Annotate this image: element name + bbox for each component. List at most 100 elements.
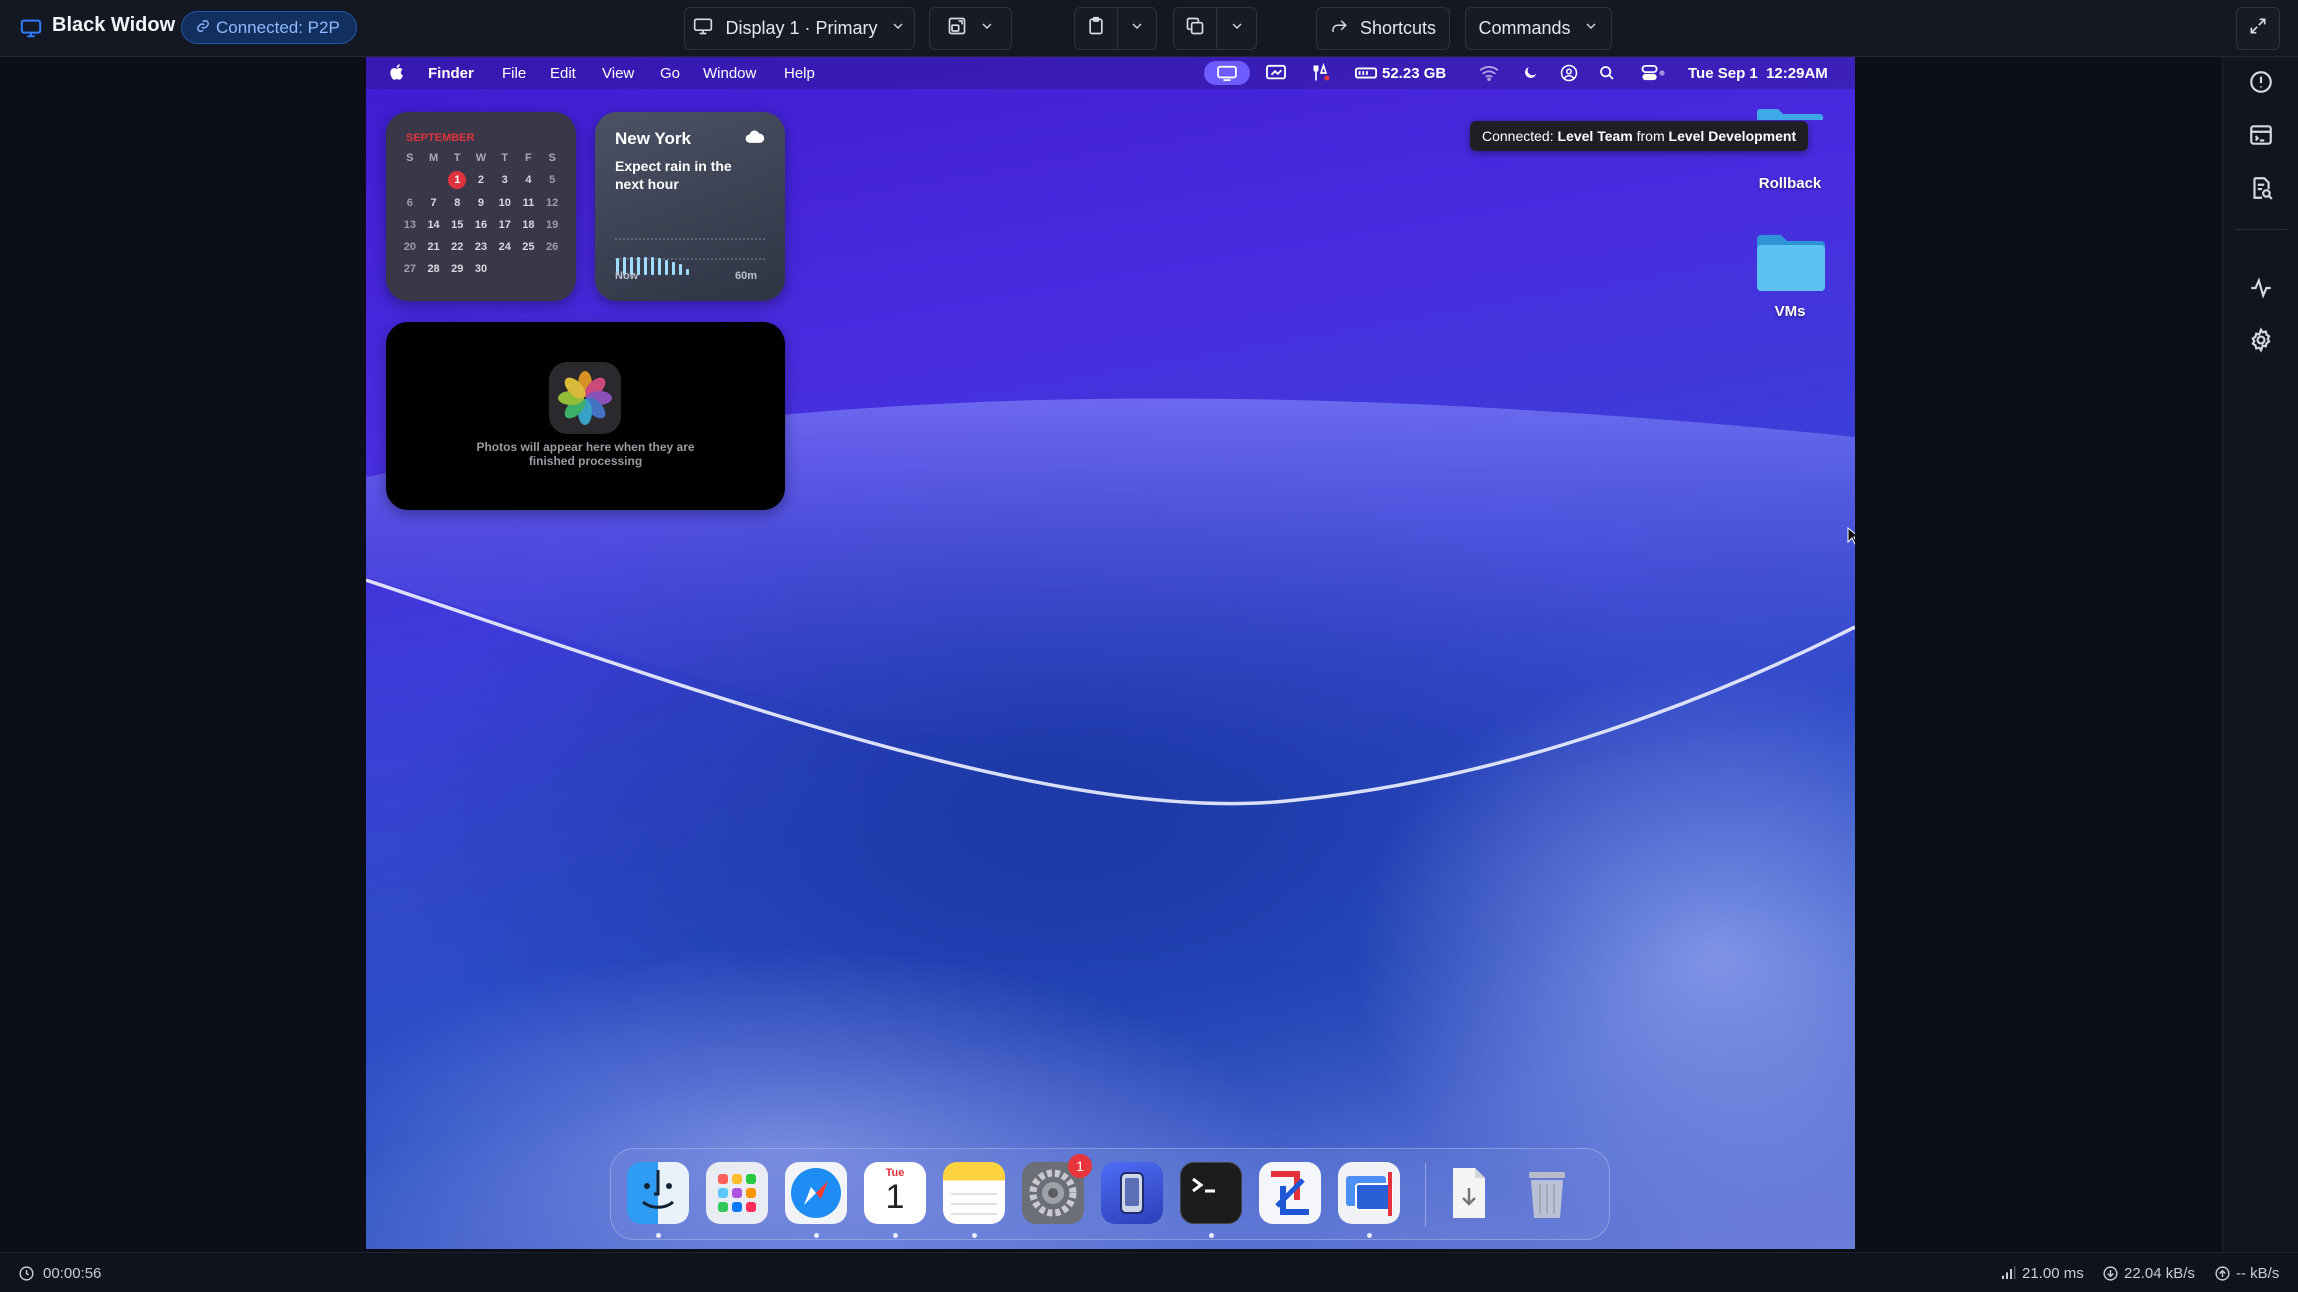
- screen-sharing-dock-icon[interactable]: [1338, 1162, 1400, 1224]
- calendar-day: 26: [546, 241, 559, 253]
- calendar-day: 15: [451, 219, 464, 231]
- finder-running-indicator: [656, 1233, 661, 1238]
- activity-button[interactable]: [2248, 275, 2274, 301]
- calendar-day: [540, 261, 564, 277]
- connection-status-badge[interactable]: Connected: P2P: [181, 11, 357, 44]
- photos-message: Photos will appear here when they are fi…: [476, 440, 695, 468]
- control-center-icon[interactable]: [1641, 65, 1667, 85]
- storage-readout[interactable]: 52.23 GB: [1382, 65, 1446, 82]
- session-timer: 00:00:56: [43, 1265, 102, 1282]
- menu-go[interactable]: Go: [660, 65, 680, 82]
- weather-widget[interactable]: New York Expect rain in the next hour No…: [595, 112, 785, 301]
- calendar-day: 10: [498, 197, 511, 209]
- menu-edit[interactable]: Edit: [550, 65, 576, 82]
- copy-button[interactable]: [1173, 7, 1217, 50]
- calendar-day: 16: [474, 219, 488, 231]
- commands-menu[interactable]: Commands: [1465, 7, 1612, 50]
- calendar-day: 20: [403, 241, 416, 253]
- info-button[interactable]: [2248, 69, 2274, 95]
- chevron-down-icon: [979, 18, 995, 39]
- gear-icon: [2248, 327, 2274, 357]
- screen-share-status-icon[interactable]: [1204, 61, 1250, 85]
- mouse-cursor: [1847, 526, 1855, 550]
- scale-icon: [947, 16, 967, 41]
- clipboard-menu-button[interactable]: [1117, 7, 1157, 50]
- clipboard-button[interactable]: [1074, 7, 1118, 50]
- copy-menu-button[interactable]: [1216, 7, 1257, 50]
- log-search-button[interactable]: [2248, 175, 2274, 201]
- device-name: Black Widow: [52, 14, 176, 36]
- activity-pulse-icon: [2248, 277, 2274, 305]
- calendar-running-indicator: [893, 1233, 898, 1238]
- system-settings-dock-icon[interactable]: 1: [1022, 1154, 1092, 1224]
- screen-mirror-icon[interactable]: [1265, 64, 1287, 86]
- calendar-day: 29: [451, 263, 464, 275]
- weather-forecast: Expect rain in the next hour: [615, 158, 732, 192]
- fullscreen-button[interactable]: [2236, 7, 2280, 50]
- calendar-weekday: F: [525, 152, 532, 164]
- calendar-dock-icon[interactable]: Tue 1: [864, 1162, 926, 1224]
- display-select[interactable]: Display 1 · Primary: [684, 7, 915, 50]
- photos-widget[interactable]: Photos will appear here when they are fi…: [386, 322, 785, 510]
- finder-dock-icon[interactable]: [627, 1162, 689, 1224]
- moon-icon[interactable]: [1522, 64, 1539, 85]
- calendar-day: 3: [501, 174, 508, 186]
- calendar-weekday: T: [501, 152, 509, 164]
- apple-icon[interactable]: [388, 63, 404, 85]
- menu-finder[interactable]: Finder: [428, 65, 474, 82]
- calendar-day: 27: [403, 263, 416, 275]
- notes-running-indicator: [972, 1233, 977, 1238]
- share-arrow-icon: [1330, 17, 1348, 40]
- weather-city: New York: [615, 129, 691, 148]
- mac-dock: Tue 1 1: [610, 1148, 1610, 1240]
- shortcuts-button[interactable]: Shortcuts: [1316, 7, 1450, 50]
- folder-icon: [1755, 107, 1825, 125]
- calendar-widget[interactable]: SEPTEMBER S M T W T F S 1 2 3 4 5 6 7 8 9 10 11 12 13 14 15 16…: [386, 112, 576, 301]
- alert-circle-icon: [2248, 71, 2274, 99]
- terminal-window-icon: [2248, 125, 2274, 152]
- desktop-folder-label: VMs: [1774, 303, 1806, 320]
- notes-dock-icon[interactable]: [943, 1162, 1005, 1224]
- calendar-day: 4: [525, 174, 532, 186]
- session-toolbar: Black Widow Connected: P2P Display 1 · P…: [0, 0, 2298, 57]
- menu-view[interactable]: View: [602, 65, 634, 82]
- calendar-day: 25: [522, 241, 535, 253]
- trash-dock-icon[interactable]: [1516, 1162, 1578, 1224]
- remote-screen[interactable]: Finder File Edit View Go Window Help 52.…: [366, 57, 1855, 1249]
- calendar-day: 17: [498, 219, 511, 231]
- menu-window[interactable]: Window: [703, 65, 756, 82]
- connection-status-label: Connected: P2P: [216, 17, 340, 37]
- calendar-day: 30: [474, 263, 488, 275]
- user-account-icon[interactable]: [1560, 64, 1578, 86]
- simulator-dock-icon[interactable]: [1101, 1162, 1163, 1224]
- tooltip-mid: from: [1632, 128, 1669, 144]
- downloads-dock-icon[interactable]: [1437, 1162, 1499, 1224]
- remote-desktop-dock-icon[interactable]: [1259, 1162, 1321, 1224]
- terminal-running-indicator: [1209, 1233, 1214, 1238]
- weather-end-label: 60m: [735, 270, 758, 282]
- tools-icon[interactable]: [1311, 62, 1331, 87]
- view-mode-button[interactable]: [929, 7, 1012, 50]
- calendar-weekday: S: [548, 152, 556, 164]
- calendar-weekday: S: [406, 152, 414, 164]
- safari-dock-icon[interactable]: [785, 1162, 847, 1224]
- launchpad-dock-icon[interactable]: [706, 1162, 768, 1224]
- chevron-down-icon: [890, 18, 906, 39]
- storage-icon: [1355, 66, 1377, 84]
- menu-file[interactable]: File: [502, 65, 526, 82]
- calendar-day: 5: [549, 174, 556, 186]
- calendar-day: 2: [477, 174, 485, 186]
- wifi-icon[interactable]: [1478, 65, 1500, 85]
- weather-start-label: Now: [615, 270, 639, 282]
- signal-icon: [2000, 1265, 2016, 1285]
- menu-help[interactable]: Help: [784, 65, 815, 82]
- clock-icon: [18, 1265, 35, 1286]
- terminal-button[interactable]: [2248, 122, 2274, 148]
- calendar-day: 6: [406, 197, 413, 209]
- search-icon[interactable]: [1599, 65, 1615, 85]
- menu-clock[interactable]: Tue Sep 1 12:29AM: [1688, 65, 1828, 82]
- settings-button[interactable]: [2248, 327, 2274, 353]
- terminal-dock-icon[interactable]: [1180, 1162, 1242, 1224]
- calendar-day: [493, 261, 517, 277]
- settings-notification-badge: 1: [1068, 1154, 1092, 1178]
